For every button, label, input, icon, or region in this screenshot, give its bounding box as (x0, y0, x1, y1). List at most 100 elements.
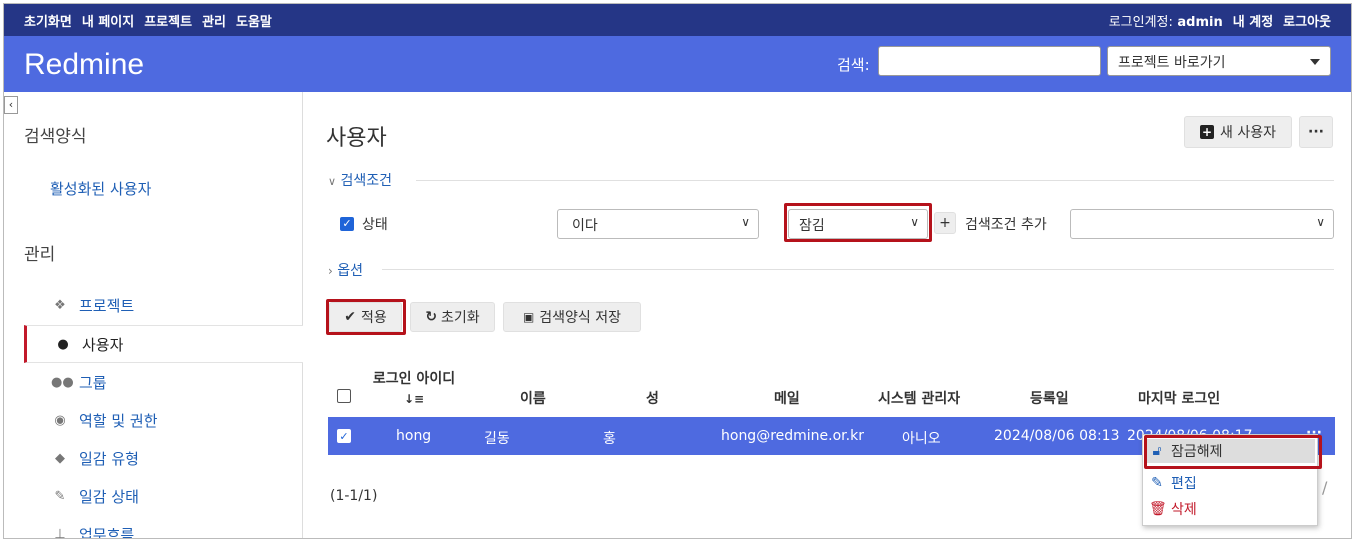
filter-status-label: 상태 (362, 217, 388, 233)
refresh-icon: ↻ (425, 309, 438, 325)
chevron-down-icon: ∨ (741, 215, 750, 229)
options-legend[interactable]: › 옵션 (328, 260, 363, 280)
chevron-down-icon: ∨ (328, 175, 337, 188)
sidebar-item-label: 그룹 (79, 373, 107, 392)
projects-icon: ❖ (54, 297, 66, 313)
add-filter-button[interactable]: + (934, 212, 956, 234)
options-legend-label: 옵션 (337, 263, 364, 279)
add-filter-label: 검색조건 추가 (965, 217, 1047, 233)
search-input[interactable] (878, 46, 1101, 76)
query-active-users-link[interactable]: 활성화된 사용자 (50, 178, 151, 199)
chevron-left-icon: ‹ (8, 98, 14, 111)
pagination-count: (1-1/1) (330, 488, 378, 504)
logged-in-label: 로그인계정: (1108, 15, 1173, 30)
sidebar-item-groups[interactable]: ●● 그룹 (24, 363, 303, 401)
select-all-checkbox[interactable] (337, 389, 351, 403)
logout-link[interactable]: 로그아웃 (1283, 11, 1331, 30)
reset-button[interactable]: ↻ 초기화 (410, 302, 495, 332)
user-icon: ● (57, 336, 69, 352)
row-checkbox[interactable]: ✓ (337, 429, 351, 443)
th-lastname[interactable]: 성 (646, 388, 659, 408)
tag-icon: ◆ (55, 450, 65, 466)
plus-icon: + (939, 215, 951, 231)
cell-lastname: 홍 (603, 431, 616, 447)
pencil-icon: ✎ (1151, 475, 1163, 491)
logged-in-user[interactable]: admin (1177, 15, 1222, 30)
context-menu-edit[interactable]: ✎ 편집 (1149, 471, 1197, 495)
search-label: 검색: (837, 56, 870, 74)
highlight-box-apply (326, 299, 406, 335)
fieldset-divider (416, 180, 1334, 181)
save-query-button[interactable]: ▣ 검색양식 저장 (503, 302, 641, 332)
th-last-login[interactable]: 마지막 로그인 (1138, 388, 1220, 408)
top-menu-home[interactable]: 초기화면 (24, 11, 72, 30)
chevron-down-icon: ∨ (1316, 215, 1325, 229)
cell-admin: 아니오 (902, 431, 941, 447)
save-icon: ▣ (522, 310, 535, 324)
top-menu-projects[interactable]: 프로젝트 (144, 11, 192, 30)
new-user-button[interactable]: + 새 사용자 (1184, 116, 1292, 148)
context-menu-delete[interactable]: 🗑︎ 삭제 (1149, 497, 1197, 521)
page-title: 사용자 (326, 126, 387, 151)
sort-asc-icon: ↓≡ (403, 392, 425, 406)
new-user-label: 새 사용자 (1220, 125, 1276, 141)
main-content: 사용자 + 새 사용자 ··· ∨ 검색조건 ✓ 상태 이다 ∨ 잠김 ∨ + … (304, 92, 1351, 538)
th-mail[interactable]: 메일 (774, 388, 800, 408)
th-login[interactable]: 로그인 아이디 ↓≡ (366, 368, 462, 406)
save-query-label: 검색양식 저장 (539, 310, 622, 326)
th-created[interactable]: 등록일 (1030, 388, 1069, 408)
sidebar-item-label: 역할 및 권한 (79, 411, 158, 430)
cell-login[interactable]: hong (396, 428, 431, 444)
sidebar-item-label: 일감 유형 (79, 449, 139, 468)
check-icon: ✓ (339, 430, 349, 443)
caret-down-icon (1310, 59, 1320, 65)
plus-square-icon: + (1200, 125, 1214, 139)
group-icon: ●● (51, 374, 74, 390)
filter-operator-select[interactable]: 이다 ∨ (557, 209, 759, 239)
cell-firstname: 길동 (484, 431, 510, 447)
sidebar-toggle-button[interactable]: ‹ (4, 96, 18, 114)
check-icon: ✓ (342, 217, 352, 230)
queries-heading: 검색양식 (24, 127, 87, 147)
cell-mail[interactable]: hong@redmine.or.kr (721, 428, 864, 444)
per-page-edge: / (1322, 478, 1328, 497)
highlight-box-unlock (1144, 435, 1322, 469)
project-jump-label: 프로젝트 바로가기 (1118, 55, 1226, 71)
filter-operator-value: 이다 (572, 218, 598, 234)
sidebar-item-label: 일감 상태 (79, 487, 139, 506)
redmine-window: 초기화면 내 페이지 프로젝트 관리 도움말 로그인계정: admin 내 계정… (3, 3, 1352, 539)
sidebar-item-users[interactable]: ● 사용자 (24, 325, 303, 363)
highlight-box-filter-value (784, 203, 932, 242)
sidebar-item-trackers[interactable]: ◆ 일감 유형 (24, 439, 303, 477)
context-menu-label: 삭제 (1171, 502, 1197, 518)
sidebar-item-workflows[interactable]: ⊥ 업무흐름 (24, 515, 303, 539)
add-filter-select[interactable]: ∨ (1070, 209, 1334, 239)
my-account-link[interactable]: 내 계정 (1233, 11, 1273, 30)
site-title[interactable]: Redmine (24, 48, 144, 82)
filters-legend[interactable]: ∨ 검색조건 (328, 170, 392, 190)
th-admin[interactable]: 시스템 관리자 (878, 388, 960, 408)
top-menu-admin[interactable]: 관리 (202, 11, 226, 30)
more-actions-button[interactable]: ··· (1299, 116, 1333, 148)
sidebar-item-roles[interactable]: ◉ 역할 및 권한 (24, 401, 303, 439)
chevron-right-icon: › (328, 264, 333, 278)
sidebar-item-label: 업무흐름 (79, 525, 135, 539)
top-menu-my-page[interactable]: 내 페이지 (82, 11, 134, 30)
workflow-icon: ⊥ (54, 526, 66, 539)
edit-icon: ✎ (54, 488, 66, 504)
project-jump-dropdown[interactable]: 프로젝트 바로가기 (1107, 46, 1331, 76)
sidebar-item-label: 사용자 (82, 335, 124, 354)
eye-icon: ◉ (54, 412, 66, 428)
th-login-label: 로그인 아이디 (372, 371, 456, 387)
top-menu-help[interactable]: 도움말 (236, 11, 272, 30)
trash-icon: 🗑︎ (1149, 501, 1167, 517)
sidebar-item-projects[interactable]: ❖ 프로젝트 (24, 286, 303, 324)
fieldset-divider (382, 269, 1334, 270)
filter-status-checkbox[interactable]: ✓ (340, 217, 354, 231)
cell-created: 2024/08/06 08:13 (994, 428, 1120, 444)
reset-label: 초기화 (441, 310, 480, 326)
admin-heading: 관리 (24, 245, 56, 265)
sidebar-item-issue-statuses[interactable]: ✎ 일감 상태 (24, 477, 303, 515)
th-firstname[interactable]: 이름 (520, 388, 546, 408)
header: Redmine 검색: 프로젝트 바로가기 (4, 36, 1351, 92)
